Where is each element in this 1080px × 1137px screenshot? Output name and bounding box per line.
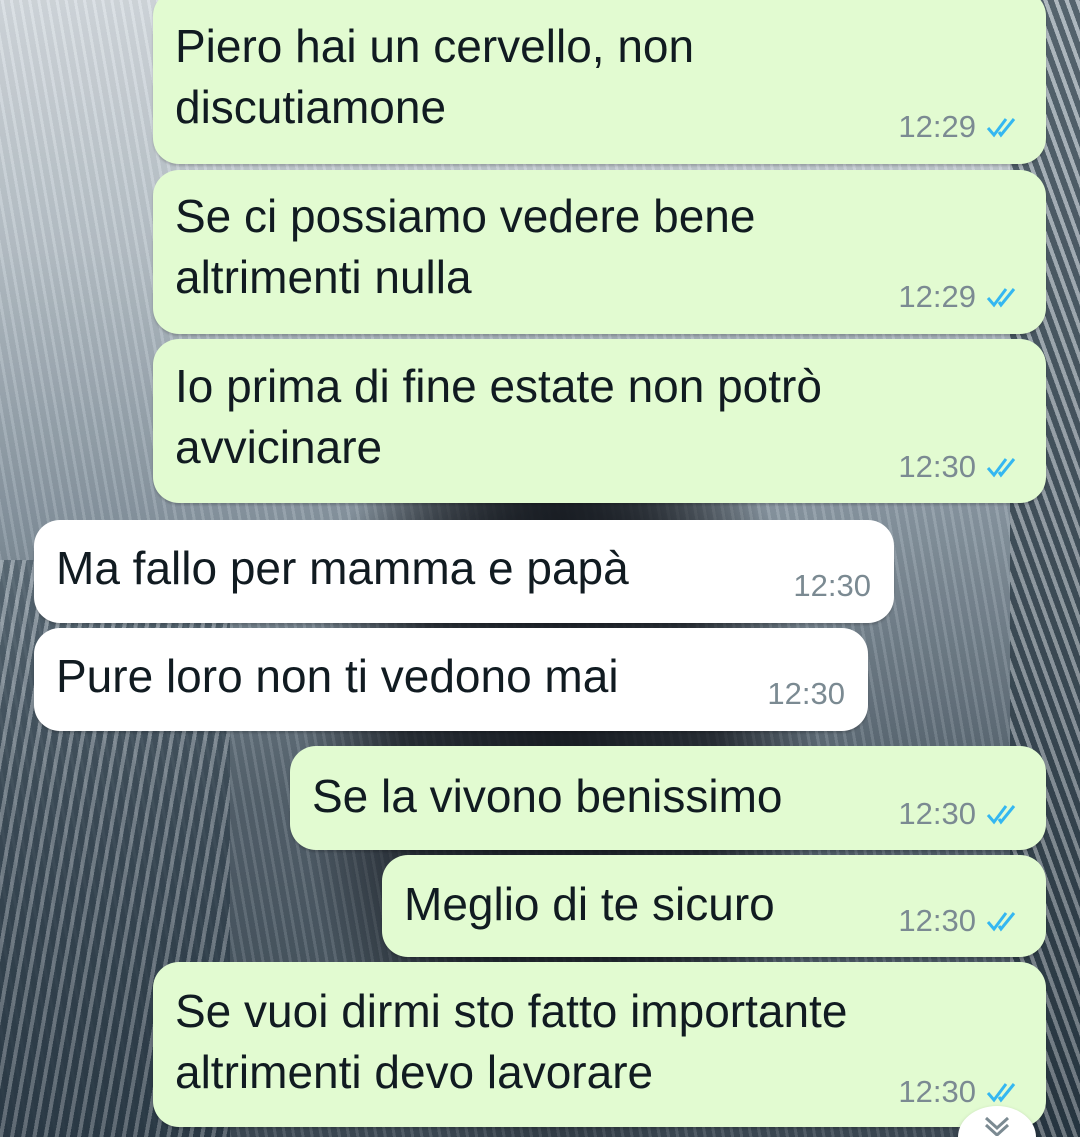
message-time: 12:30 <box>898 1074 976 1109</box>
message-text: Se ci possiamo vedere bene altrimenti nu… <box>175 190 756 303</box>
message-time: 12:30 <box>898 449 976 484</box>
message-meta: 12:30 <box>898 903 1020 939</box>
message-meta: 12:30 <box>898 796 1020 832</box>
message-meta: 12:30 <box>898 449 1020 485</box>
outgoing-message[interactable]: Io prima di fine estate non potrò avvici… <box>153 339 1046 503</box>
double-check-icon <box>986 456 1020 478</box>
message-list[interactable]: Piero hai un cervello, non discutiamone … <box>0 0 1080 1137</box>
message-text: Ma fallo per mamma e papà <box>56 542 629 594</box>
message-text: Pure loro non ti vedono mai <box>56 650 619 702</box>
incoming-message[interactable]: Ma fallo per mamma e papà 12:30 <box>34 520 894 623</box>
outgoing-message[interactable]: Se la vivono benissimo 12:30 <box>290 746 1046 850</box>
double-check-icon <box>986 803 1020 825</box>
message-meta: 12:30 <box>898 1074 1020 1110</box>
message-text: Se vuoi dirmi sto fatto importante altri… <box>175 985 848 1098</box>
message-time: 12:29 <box>898 279 976 314</box>
outgoing-message[interactable]: Se vuoi dirmi sto fatto importante altri… <box>153 962 1046 1127</box>
double-check-icon <box>986 1081 1020 1103</box>
message-time: 12:30 <box>793 568 871 603</box>
message-meta: 12:29 <box>898 279 1020 315</box>
incoming-message[interactable]: Pure loro non ti vedono mai 12:30 <box>34 628 868 731</box>
message-meta: 12:30 <box>767 676 845 712</box>
message-time: 12:30 <box>898 903 976 938</box>
message-text: Meglio di te sicuro <box>404 878 775 930</box>
message-meta: 12:30 <box>793 568 871 604</box>
chevron-double-down-icon <box>980 1112 1014 1137</box>
double-check-icon <box>986 116 1020 138</box>
outgoing-message[interactable]: Se ci possiamo vedere bene altrimenti nu… <box>153 170 1046 334</box>
message-time: 12:30 <box>767 676 845 711</box>
message-text: Piero hai un cervello, non discutiamone <box>175 20 695 133</box>
message-meta: 12:29 <box>898 109 1020 145</box>
outgoing-message[interactable]: Meglio di te sicuro 12:30 <box>382 855 1046 957</box>
message-text: Se la vivono benissimo <box>312 770 783 822</box>
message-time: 12:30 <box>898 796 976 831</box>
double-check-icon <box>986 910 1020 932</box>
message-text: Io prima di fine estate non potrò avvici… <box>175 360 822 473</box>
outgoing-message[interactable]: Piero hai un cervello, non discutiamone … <box>153 0 1046 164</box>
double-check-icon <box>986 286 1020 308</box>
message-time: 12:29 <box>898 109 976 144</box>
